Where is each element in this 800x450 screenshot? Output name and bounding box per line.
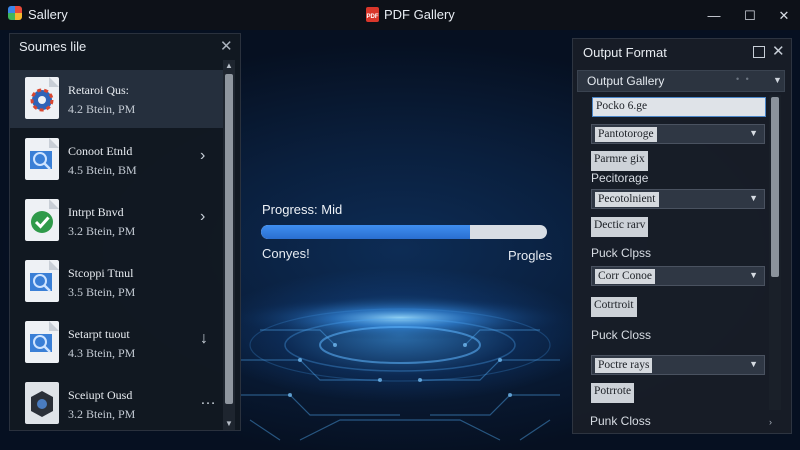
chevron-down-icon[interactable]: ▼ <box>773 75 782 85</box>
more-options-icon[interactable]: … <box>200 391 216 409</box>
chevron-down-icon[interactable]: ▼ <box>749 359 758 369</box>
sources-close-icon[interactable]: ✕ <box>220 37 233 55</box>
format-select[interactable]: Pecotolnient ▼ <box>591 189 765 209</box>
scroll-up-icon[interactable]: ▲ <box>223 60 235 72</box>
format-input[interactable]: Pocko 6.ge <box>592 97 766 117</box>
file-meta: 3.2 Btein, PM <box>68 224 136 238</box>
format-chip[interactable]: Parmre gix <box>591 151 648 171</box>
select-value: Corr Conoe <box>595 269 655 284</box>
window-title: PDF PDF Gallery <box>366 7 455 22</box>
output-footer-label: Punk Closs <box>590 414 651 428</box>
list-item[interactable]: Intrpt Bnvd 3.2 Btein, PM › <box>10 192 234 250</box>
gear-document-icon <box>25 382 59 424</box>
sources-title: Soumes lile <box>19 39 87 54</box>
file-name: Setarpt tuout <box>68 327 130 341</box>
chevron-right-icon[interactable]: › <box>200 208 205 226</box>
search-document-icon <box>25 260 59 302</box>
format-chip[interactable]: Dectic rarv <box>591 217 649 237</box>
close-button[interactable]: ✕ <box>774 6 794 26</box>
gallery-dots: • • <box>736 74 751 84</box>
search-document-icon <box>25 138 59 180</box>
format-select[interactable]: Pantotoroge ▼ <box>591 124 765 144</box>
search-document-icon <box>25 321 59 363</box>
format-label: Puck Clpss <box>591 246 652 260</box>
list-item[interactable]: Conoot Etnld 4.5 Btein, BM › <box>10 131 234 189</box>
check-document-icon <box>25 199 59 241</box>
format-label: Puck Closs <box>591 328 652 342</box>
gear-document-icon <box>25 77 59 119</box>
file-meta: 4.5 Btein, BM <box>68 163 137 177</box>
progress-fill <box>261 225 470 239</box>
file-meta: 4.3 Btein, PM <box>68 346 136 360</box>
progress-right-label: Progles <box>508 248 553 263</box>
format-label: Pecitorage <box>591 171 649 185</box>
window-title-text: PDF Gallery <box>384 7 455 22</box>
file-name: Conoot Etnld <box>68 144 133 158</box>
file-meta: 4.2 Btein, PM <box>68 102 136 116</box>
sources-panel: Soumes lile ✕ Retaroi Qus: 4.2 Btein, PM <box>9 33 241 431</box>
chevron-down-icon[interactable]: ▼ <box>749 270 758 280</box>
progress-bar <box>261 225 547 239</box>
format-select[interactable]: Corr Conoe ▼ <box>591 266 765 286</box>
app-name: Sallery <box>28 7 68 22</box>
output-panel: Output Format ✕ Output Gallery • • ▼ Poc… <box>572 38 792 434</box>
file-meta: 3.2 Btein, PM <box>68 407 136 421</box>
file-name: Sceiupt Ousd <box>68 388 133 402</box>
chevron-down-icon[interactable]: ▼ <box>749 193 758 203</box>
panel-maximize-icon[interactable] <box>753 46 765 58</box>
progress-left-label: Conyes! <box>262 246 310 261</box>
list-item[interactable]: Stcoppi Ttnul 3.5 Btein, PM <box>10 253 234 311</box>
progress-label: Progress: Mid <box>262 202 343 217</box>
title-bar: Sallery PDF PDF Gallery — ☐ ✕ <box>0 0 800 30</box>
chevron-right-icon[interactable]: › <box>200 147 205 165</box>
pdf-icon: PDF <box>366 7 379 22</box>
file-name: Stcoppi Ttnul <box>68 266 134 280</box>
app-logo-icon <box>8 6 22 20</box>
select-value: Pecotolnient <box>595 192 659 207</box>
output-scrollbar[interactable] <box>769 95 781 410</box>
select-value: Pantotoroge <box>595 127 657 142</box>
sources-header: Soumes lile ✕ <box>10 34 240 60</box>
format-chip[interactable]: Cotrtroit <box>591 297 637 317</box>
file-list: Retaroi Qus: 4.2 Btein, PM Conoot Etnld … <box>10 60 234 432</box>
select-value: Poctre rays <box>595 358 653 373</box>
arrow-down-icon[interactable]: ↓ <box>200 330 208 348</box>
chevron-down-icon[interactable]: ▼ <box>749 128 758 138</box>
minimize-button[interactable]: — <box>704 6 724 26</box>
output-gallery-label: Output Gallery <box>587 74 665 88</box>
output-gallery-dropdown[interactable]: Output Gallery • • ▼ <box>577 70 785 92</box>
scrollbar-thumb[interactable] <box>225 74 233 404</box>
list-item[interactable]: Retaroi Qus: 4.2 Btein, PM <box>10 70 234 128</box>
output-title: Output Format <box>583 45 667 60</box>
sources-scrollbar[interactable]: ▲ ▼ <box>223 60 235 430</box>
file-name: Intrpt Bnvd <box>68 205 124 219</box>
file-name: Retaroi Qus: <box>68 83 129 97</box>
file-meta: 3.5 Btein, PM <box>68 285 136 299</box>
format-select[interactable]: Poctre rays ▼ <box>591 355 765 375</box>
format-chip[interactable]: Potrrote <box>591 383 635 403</box>
maximize-button[interactable]: ☐ <box>740 6 760 26</box>
panel-close-icon[interactable]: ✕ <box>772 42 785 60</box>
scroll-down-icon[interactable]: ▼ <box>223 418 235 430</box>
chevron-right-icon[interactable]: › <box>769 417 772 427</box>
scrollbar-thumb[interactable] <box>771 97 779 277</box>
list-item[interactable]: Setarpt tuout 4.3 Btein, PM ↓ <box>10 314 234 372</box>
list-item[interactable]: Sceiupt Ousd 3.2 Btein, PM … <box>10 375 234 433</box>
